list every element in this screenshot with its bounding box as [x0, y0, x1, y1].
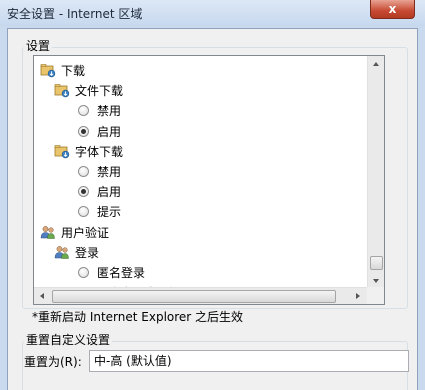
users-icon: [54, 245, 70, 260]
scrollbar-corner: [367, 287, 384, 304]
tree-item-label: 禁用: [97, 104, 122, 119]
scroll-left-icon[interactable]: [40, 293, 44, 299]
download-folder-icon: [54, 83, 70, 98]
download-folder-icon: [40, 63, 56, 78]
tree-item-label: 登录: [75, 245, 100, 260]
tree-item-label: 文件下载: [75, 84, 124, 99]
tree-item-label: 提示: [97, 205, 122, 220]
tree-item-label: 启用: [97, 185, 122, 200]
close-icon: x: [388, 2, 397, 16]
vertical-scroll-thumb[interactable]: [370, 256, 383, 270]
reset-level-select[interactable]: 中-高 (默认值): [89, 350, 409, 372]
tree-item-label: 禁用: [97, 165, 122, 179]
settings-tree[interactable]: 下载文件下载禁用启用字体下载禁用启用提示用户验证登录匿名登录用户名和密码提示只在…: [33, 55, 385, 305]
reset-group-title: 重置自定义设置: [24, 331, 113, 348]
tree-item-label: 用户验证: [61, 225, 110, 240]
tree-item-label: 匿名登录: [97, 266, 146, 280]
scroll-right-icon[interactable]: [356, 293, 360, 299]
tree-item-label: 只在 Intranet 区域自动登录: [97, 304, 248, 305]
title-bar: 安全设置 - Internet 区域 x: [0, 0, 425, 26]
tree-item-label: 下载: [61, 64, 86, 78]
radio-checked-icon[interactable]: [78, 186, 89, 198]
reset-to-label: 重置为(R):: [24, 355, 82, 369]
vertical-scrollbar[interactable]: [367, 56, 384, 289]
horizontal-scroll-thumb[interactable]: [52, 290, 336, 303]
radio-unchecked-icon[interactable]: [78, 105, 89, 117]
restart-note: *重新启动 Internet Explorer 之后生效: [32, 310, 244, 324]
download-folder-icon: [54, 144, 70, 159]
settings-group-title: 设置: [24, 37, 53, 54]
radio-unchecked-icon[interactable]: [78, 166, 89, 177]
reset-level-value: 中-高 (默认值): [94, 354, 172, 368]
scroll-up-icon[interactable]: [373, 62, 379, 66]
scroll-down-icon[interactable]: [373, 279, 379, 283]
close-button[interactable]: x: [370, 0, 415, 19]
tree-item-label: 启用: [97, 124, 122, 139]
horizontal-scrollbar[interactable]: [34, 287, 368, 304]
users-icon: [40, 225, 56, 240]
window-title: 安全设置 - Internet 区域: [7, 7, 143, 21]
tree-item-label: 字体下载: [75, 144, 124, 159]
radio-unchecked-icon[interactable]: [78, 267, 89, 278]
radio-checked-icon[interactable]: [78, 125, 89, 137]
radio-unchecked-icon[interactable]: [78, 206, 89, 218]
